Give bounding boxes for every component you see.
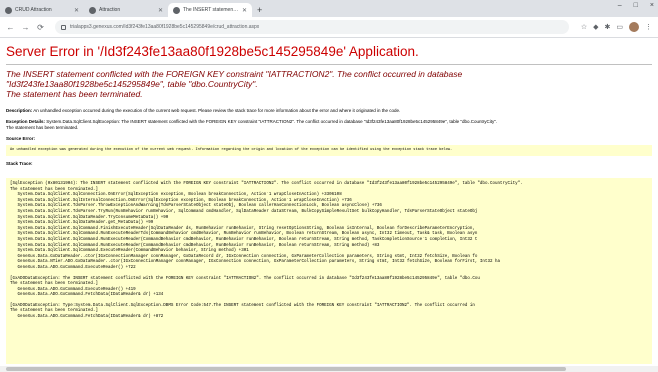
maximize-button[interactable]: □ bbox=[634, 2, 638, 9]
toolbar-icons: ☆ ◆ ✱ ▭ ⋮ bbox=[581, 22, 652, 32]
minimize-button[interactable]: – bbox=[618, 2, 622, 9]
error-page: Server Error in '/Id3f243fe13aa80f1928be… bbox=[0, 38, 658, 372]
exception-text-2: The statement has been terminated. bbox=[6, 125, 79, 130]
url-input[interactable]: trialapps3.genexus.com/Id3f243fe13aa80f1… bbox=[55, 20, 569, 34]
back-icon[interactable]: ← bbox=[6, 23, 15, 32]
puzzle-icon[interactable]: ✱ bbox=[605, 23, 611, 31]
exception-details: Exception Details: System.Data.SqlClient… bbox=[6, 119, 652, 131]
globe-icon bbox=[5, 6, 12, 14]
horizontal-scrollbar[interactable] bbox=[0, 366, 658, 372]
close-icon[interactable]: ✕ bbox=[242, 7, 247, 14]
extension-icon[interactable]: ◆ bbox=[593, 23, 598, 31]
error-message-line: "Id3f243fe13aa80f1928be5c145295849e", ta… bbox=[6, 79, 258, 89]
star-icon[interactable]: ☆ bbox=[581, 23, 587, 31]
close-icon[interactable]: ✕ bbox=[158, 7, 163, 14]
url-text: trialapps3.genexus.com/Id3f243fe13aa80f1… bbox=[70, 24, 260, 30]
tab-error-page[interactable]: The INSERT statement conflicted ✕ bbox=[168, 3, 252, 17]
scrollbar-thumb[interactable] bbox=[6, 367, 566, 371]
page-title: Server Error in '/Id3f243fe13aa80f1928be… bbox=[6, 44, 419, 59]
lock-icon bbox=[61, 24, 66, 30]
forward-icon[interactable]: → bbox=[21, 23, 30, 32]
globe-icon bbox=[173, 6, 180, 14]
tab-title: The INSERT statement conflicted bbox=[183, 7, 239, 13]
close-window-button[interactable]: × bbox=[650, 2, 654, 9]
source-error-box: An unhandled exception was generated dur… bbox=[6, 145, 652, 156]
window-controls: – □ × bbox=[618, 2, 654, 9]
menu-icon[interactable]: ⋮ bbox=[645, 23, 652, 31]
description-text: An unhandled exception occurred during t… bbox=[33, 108, 401, 113]
description-label: Description: bbox=[6, 108, 33, 113]
browser-tab-strip: CRUD Attraction ✕ Attraction ✕ The INSER… bbox=[0, 0, 658, 17]
description: Description: An unhandled exception occu… bbox=[6, 108, 652, 114]
sidebar-icon[interactable]: ▭ bbox=[616, 23, 623, 31]
address-bar: ← → ⟳ trialapps3.genexus.com/Id3f243fe13… bbox=[0, 17, 658, 38]
stack-trace-box: [SqlException (0x80131904): The INSERT s… bbox=[6, 178, 652, 364]
tab-title: CRUD Attraction bbox=[15, 7, 52, 13]
avatar[interactable] bbox=[629, 22, 639, 32]
stack-trace-line: GeneXus.Data.ADO.GxCommand.FetchData(IDa… bbox=[10, 315, 164, 320]
error-message: The INSERT statement conflicted with the… bbox=[6, 69, 652, 99]
globe-icon bbox=[89, 6, 96, 14]
divider bbox=[6, 64, 652, 65]
stack-trace-label: Stack Trace: bbox=[6, 161, 33, 166]
source-error-label: Source Error: bbox=[6, 136, 36, 141]
error-message-line: The statement has been terminated. bbox=[6, 89, 143, 99]
tab-title: Attraction bbox=[99, 7, 121, 13]
exception-text: System.Data.SqlClient.SqlException: The … bbox=[46, 119, 498, 124]
exception-label: Exception Details: bbox=[6, 119, 46, 124]
tab-crud-attraction[interactable]: CRUD Attraction ✕ bbox=[0, 3, 84, 17]
close-icon[interactable]: ✕ bbox=[74, 7, 79, 14]
error-message-line: The INSERT statement conflicted with the… bbox=[6, 69, 463, 79]
tab-attraction[interactable]: Attraction ✕ bbox=[84, 3, 168, 17]
reload-icon[interactable]: ⟳ bbox=[36, 23, 45, 32]
new-tab-button[interactable]: + bbox=[252, 3, 267, 17]
